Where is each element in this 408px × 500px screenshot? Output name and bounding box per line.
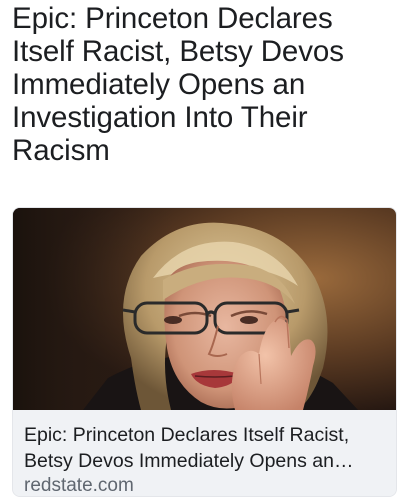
link-preview-domain: redstate.com [24,475,134,496]
link-preview-card[interactable]: Epic: Princeton Declares Itself Racist, … [12,207,397,497]
link-preview-image[interactable] [13,208,396,410]
post-text: Epic: Princeton Declares Itself Racist, … [12,2,344,167]
link-preview-meta: Epic: Princeton Declares Itself Racist, … [13,410,396,496]
link-preview-title[interactable]: Epic: Princeton Declares Itself Racist, … [24,422,389,474]
post-container: Epic: Princeton Declares Itself Racist, … [0,0,408,500]
